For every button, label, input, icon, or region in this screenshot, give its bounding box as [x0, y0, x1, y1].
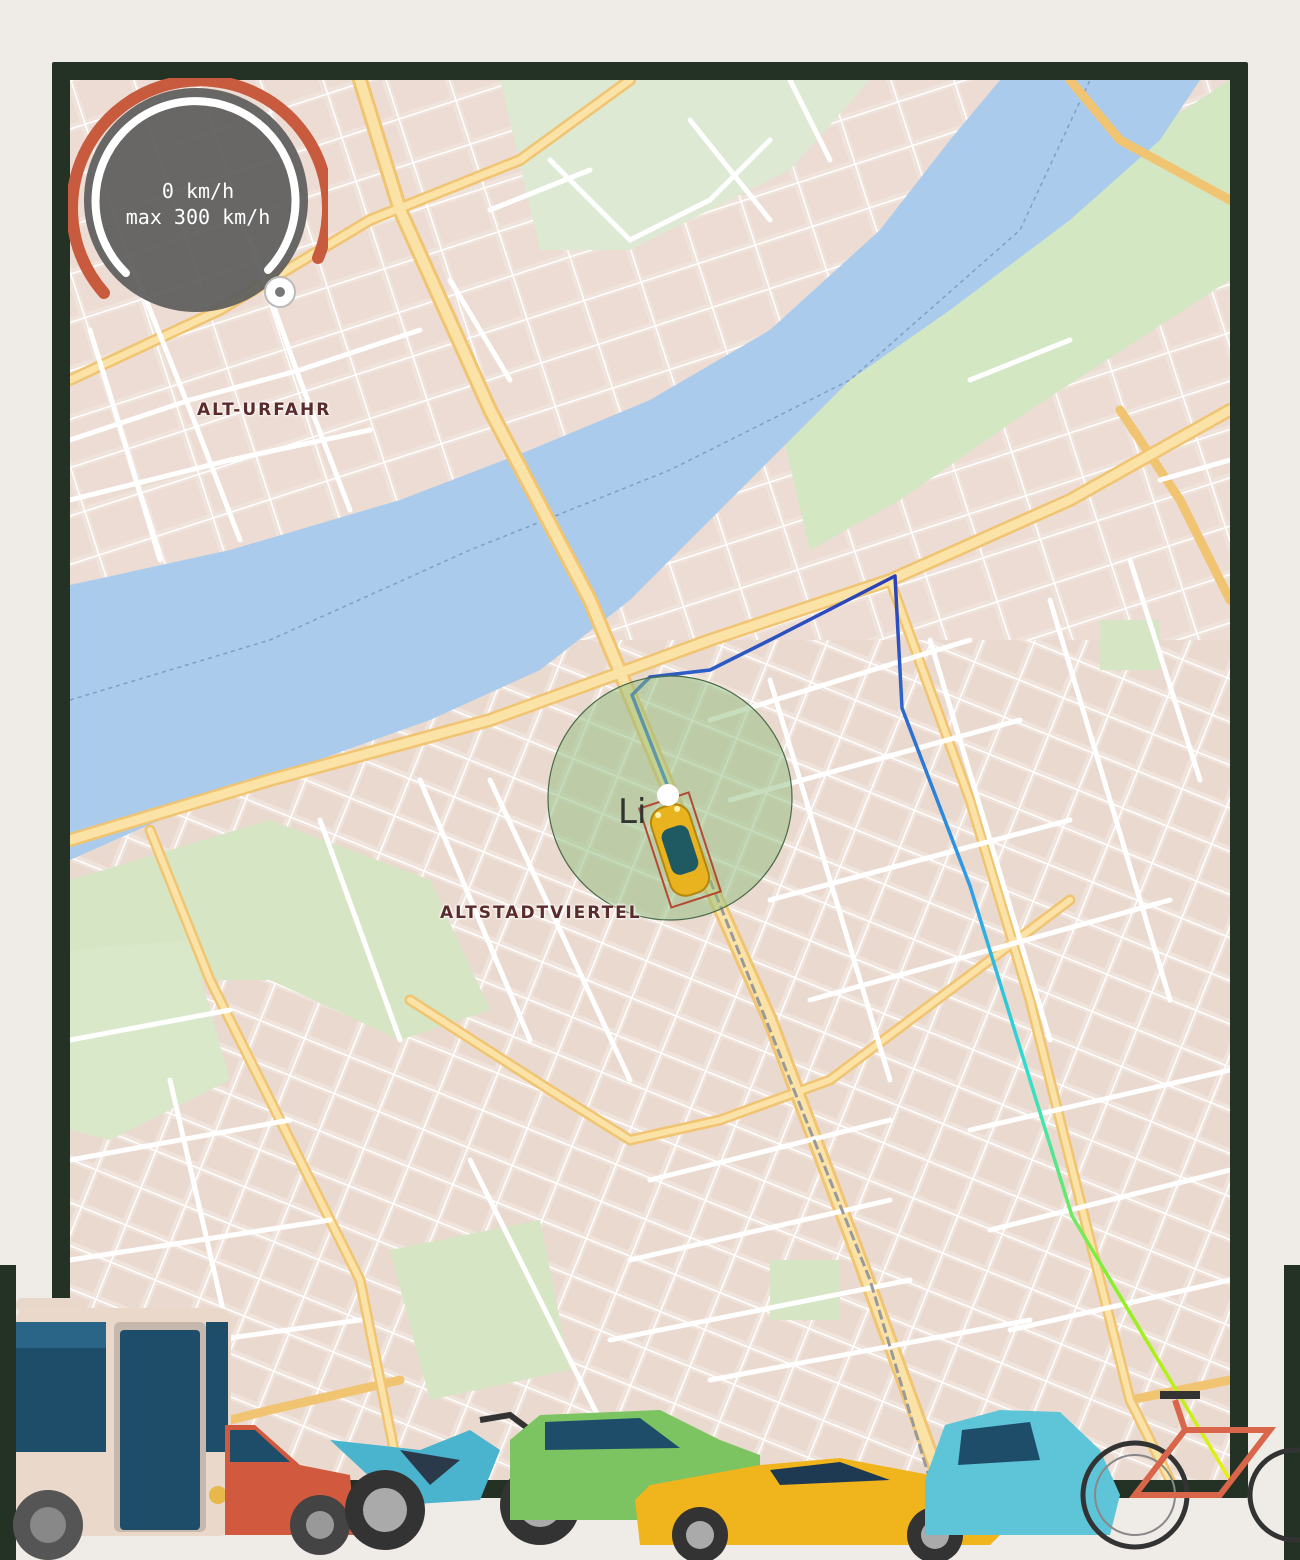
current-speed: 0 km/h	[161, 179, 235, 203]
speedometer-handle-center	[275, 287, 285, 297]
district-label-alt-urfahr: ALT-URFAHR	[197, 400, 332, 420]
bus-icon[interactable]	[13, 1298, 231, 1560]
district-label-altstadtviertel: ALTSTADTVIERTEL	[440, 903, 642, 923]
max-speed: max 300 km/h	[125, 205, 271, 229]
location-dot	[657, 784, 679, 806]
bicycle-icon[interactable]	[1080, 1391, 1300, 1550]
city-label: Li	[618, 792, 647, 832]
vehicle-selector	[13, 1298, 1300, 1560]
speedometer: 0 km/h max 300 km/h	[66, 74, 334, 318]
